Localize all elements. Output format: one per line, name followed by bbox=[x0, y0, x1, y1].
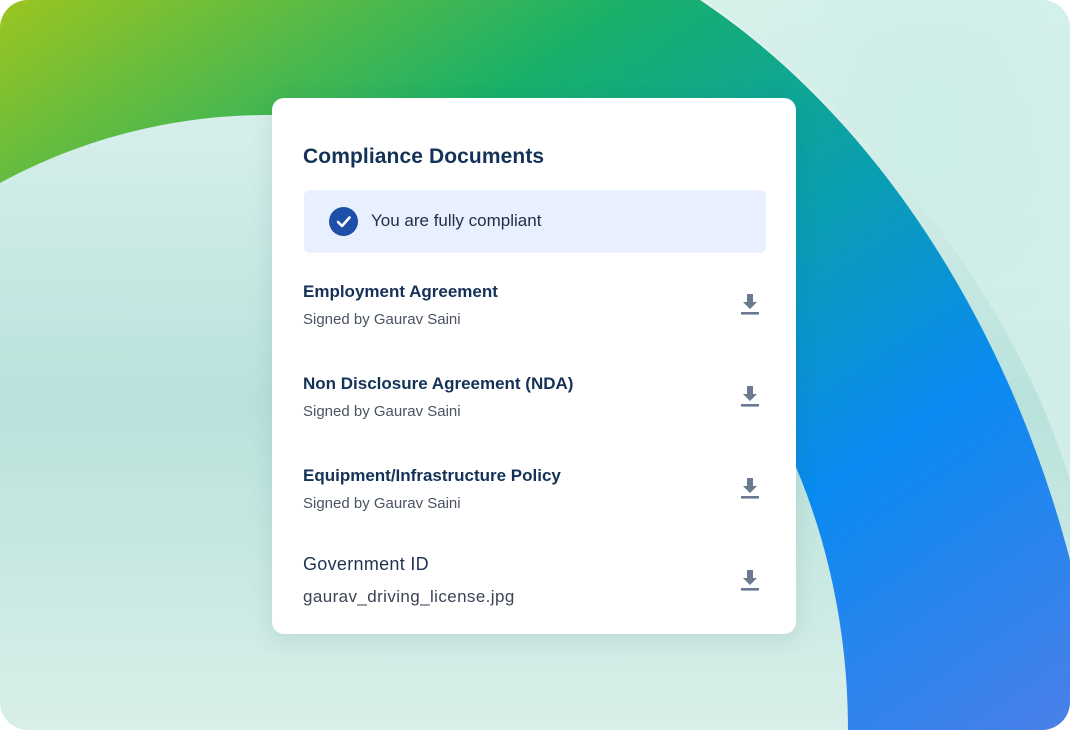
document-signed-by: Signed by Gaurav Saini bbox=[303, 495, 461, 512]
download-icon[interactable] bbox=[735, 473, 765, 503]
document-title: Employment Agreement bbox=[303, 282, 498, 301]
compliance-documents-card: Compliance Documents You are fully compl… bbox=[272, 98, 796, 634]
compliance-status-text: You are fully compliant bbox=[371, 211, 542, 230]
document-row-nda: Non Disclosure Agreement (NDA) Signed by… bbox=[303, 374, 765, 434]
download-icon[interactable] bbox=[735, 565, 765, 595]
document-row-equipment-policy: Equipment/Infrastructure Policy Signed b… bbox=[303, 466, 765, 526]
compliance-status-banner: You are fully compliant bbox=[304, 190, 766, 253]
document-signed-by: Signed by Gaurav Saini bbox=[303, 403, 461, 420]
download-icon[interactable] bbox=[735, 381, 765, 411]
document-row-employment-agreement: Employment Agreement Signed by Gaurav Sa… bbox=[303, 282, 765, 342]
document-title: Non Disclosure Agreement (NDA) bbox=[303, 374, 574, 393]
document-title: Equipment/Infrastructure Policy bbox=[303, 466, 561, 485]
card-title: Compliance Documents bbox=[303, 145, 545, 168]
document-signed-by: Signed by Gaurav Saini bbox=[303, 311, 461, 328]
document-file-name: gaurav_driving_license.jpg bbox=[303, 587, 515, 606]
download-icon[interactable] bbox=[735, 289, 765, 319]
document-title: Government ID bbox=[303, 554, 429, 574]
check-circle-icon bbox=[329, 207, 358, 236]
document-row-government-id: Government ID gaurav_driving_license.jpg bbox=[303, 554, 765, 614]
background-stage: Compliance Documents You are fully compl… bbox=[0, 0, 1070, 730]
